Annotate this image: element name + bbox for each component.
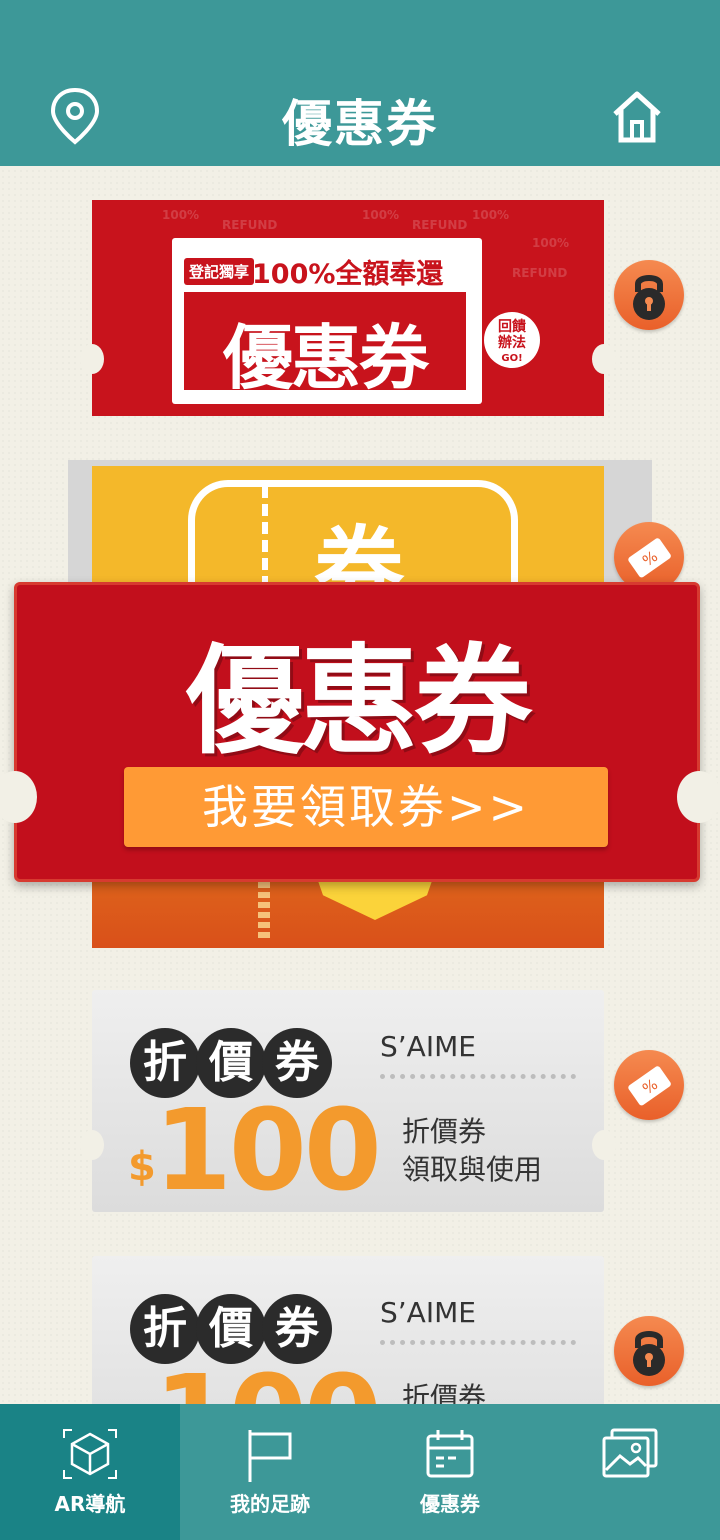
coupon-big-text: 優惠券 [223,317,429,399]
claim-coupon-button[interactable]: 我要領取券>> [124,767,608,847]
bottom-nav: AR導航 我的足跡 優惠券 [0,1404,720,1540]
coupon-amount: 100 [154,1086,382,1216]
coupon-tag: 登記獨享 [184,258,255,285]
badge-line: 辦法 [498,335,526,351]
home-icon[interactable] [610,88,664,144]
coupon-brand: S’AIME [380,1296,476,1329]
coupon-label-box: 登記獨享 100%全額奉還 優惠券 [172,238,482,404]
popup-notch-right [677,771,720,823]
coupon-watermark: 100% [532,236,570,250]
lock-icon[interactable] [614,1316,684,1386]
coupon-claim-popup: 優惠券 我要領取券>> [0,582,720,882]
nav-item-ar[interactable]: AR導航 [0,1404,180,1540]
dotted-divider [380,1340,576,1345]
coupon-discount-100[interactable]: 折價券 S’AIME $ 100 折價券 領取與使用 [80,990,616,1216]
coupon-notch [592,344,616,374]
popup-title: 優惠券 [185,632,532,770]
nav-label: AR導航 [54,1492,126,1516]
coupon-brand: S’AIME [380,1030,476,1063]
nav-item-gallery[interactable] [540,1404,720,1540]
app-header: 優惠券 [0,0,720,166]
gallery-icon [602,1428,658,1478]
coupon-watermark: 100% [362,208,400,222]
coupon-currency: $ [128,1144,156,1190]
coupon-inner-panel: 優惠券 [184,292,466,399]
nav-item-footprints[interactable]: 我的足跡 [180,1404,360,1540]
coupon-watermark: 100% [472,208,510,222]
coupon-refund[interactable]: 100% REFUND 100% REFUND 100% REFUND 100%… [80,200,616,416]
coupon-watermark: REFUND [512,266,568,280]
nav-label: 優惠券 [420,1492,480,1516]
coupon-desc-line2: 領取與使用 [402,1153,543,1186]
coupon-notch [80,344,104,374]
coupon-desc-line1: 折價券 [402,1115,487,1148]
coupon-notch [80,1130,104,1160]
flag-icon [248,1430,292,1482]
badge-go: GO! [501,353,523,364]
lock-icon[interactable] [614,260,684,330]
nav-item-coupons[interactable]: 優惠券 [360,1404,540,1540]
coupon-notch [592,1130,616,1160]
calendar-icon [426,1430,474,1478]
coupon-headline: 100%全額奉還 [252,259,444,290]
coupon-watermark: REFUND [222,218,278,232]
badge-line: 回饋 [498,319,526,335]
popup-notch-left [0,771,37,823]
coupon-watermark: REFUND [412,218,468,232]
refund-info-badge[interactable]: 回饋 辦法 GO! [484,312,540,368]
ar-cube-icon [63,1429,117,1479]
coupon-watermark: 100% [162,208,200,222]
coupon-percent-icon[interactable]: % [614,1050,684,1120]
dotted-divider [380,1074,576,1079]
nav-label: 我的足跡 [230,1492,310,1516]
